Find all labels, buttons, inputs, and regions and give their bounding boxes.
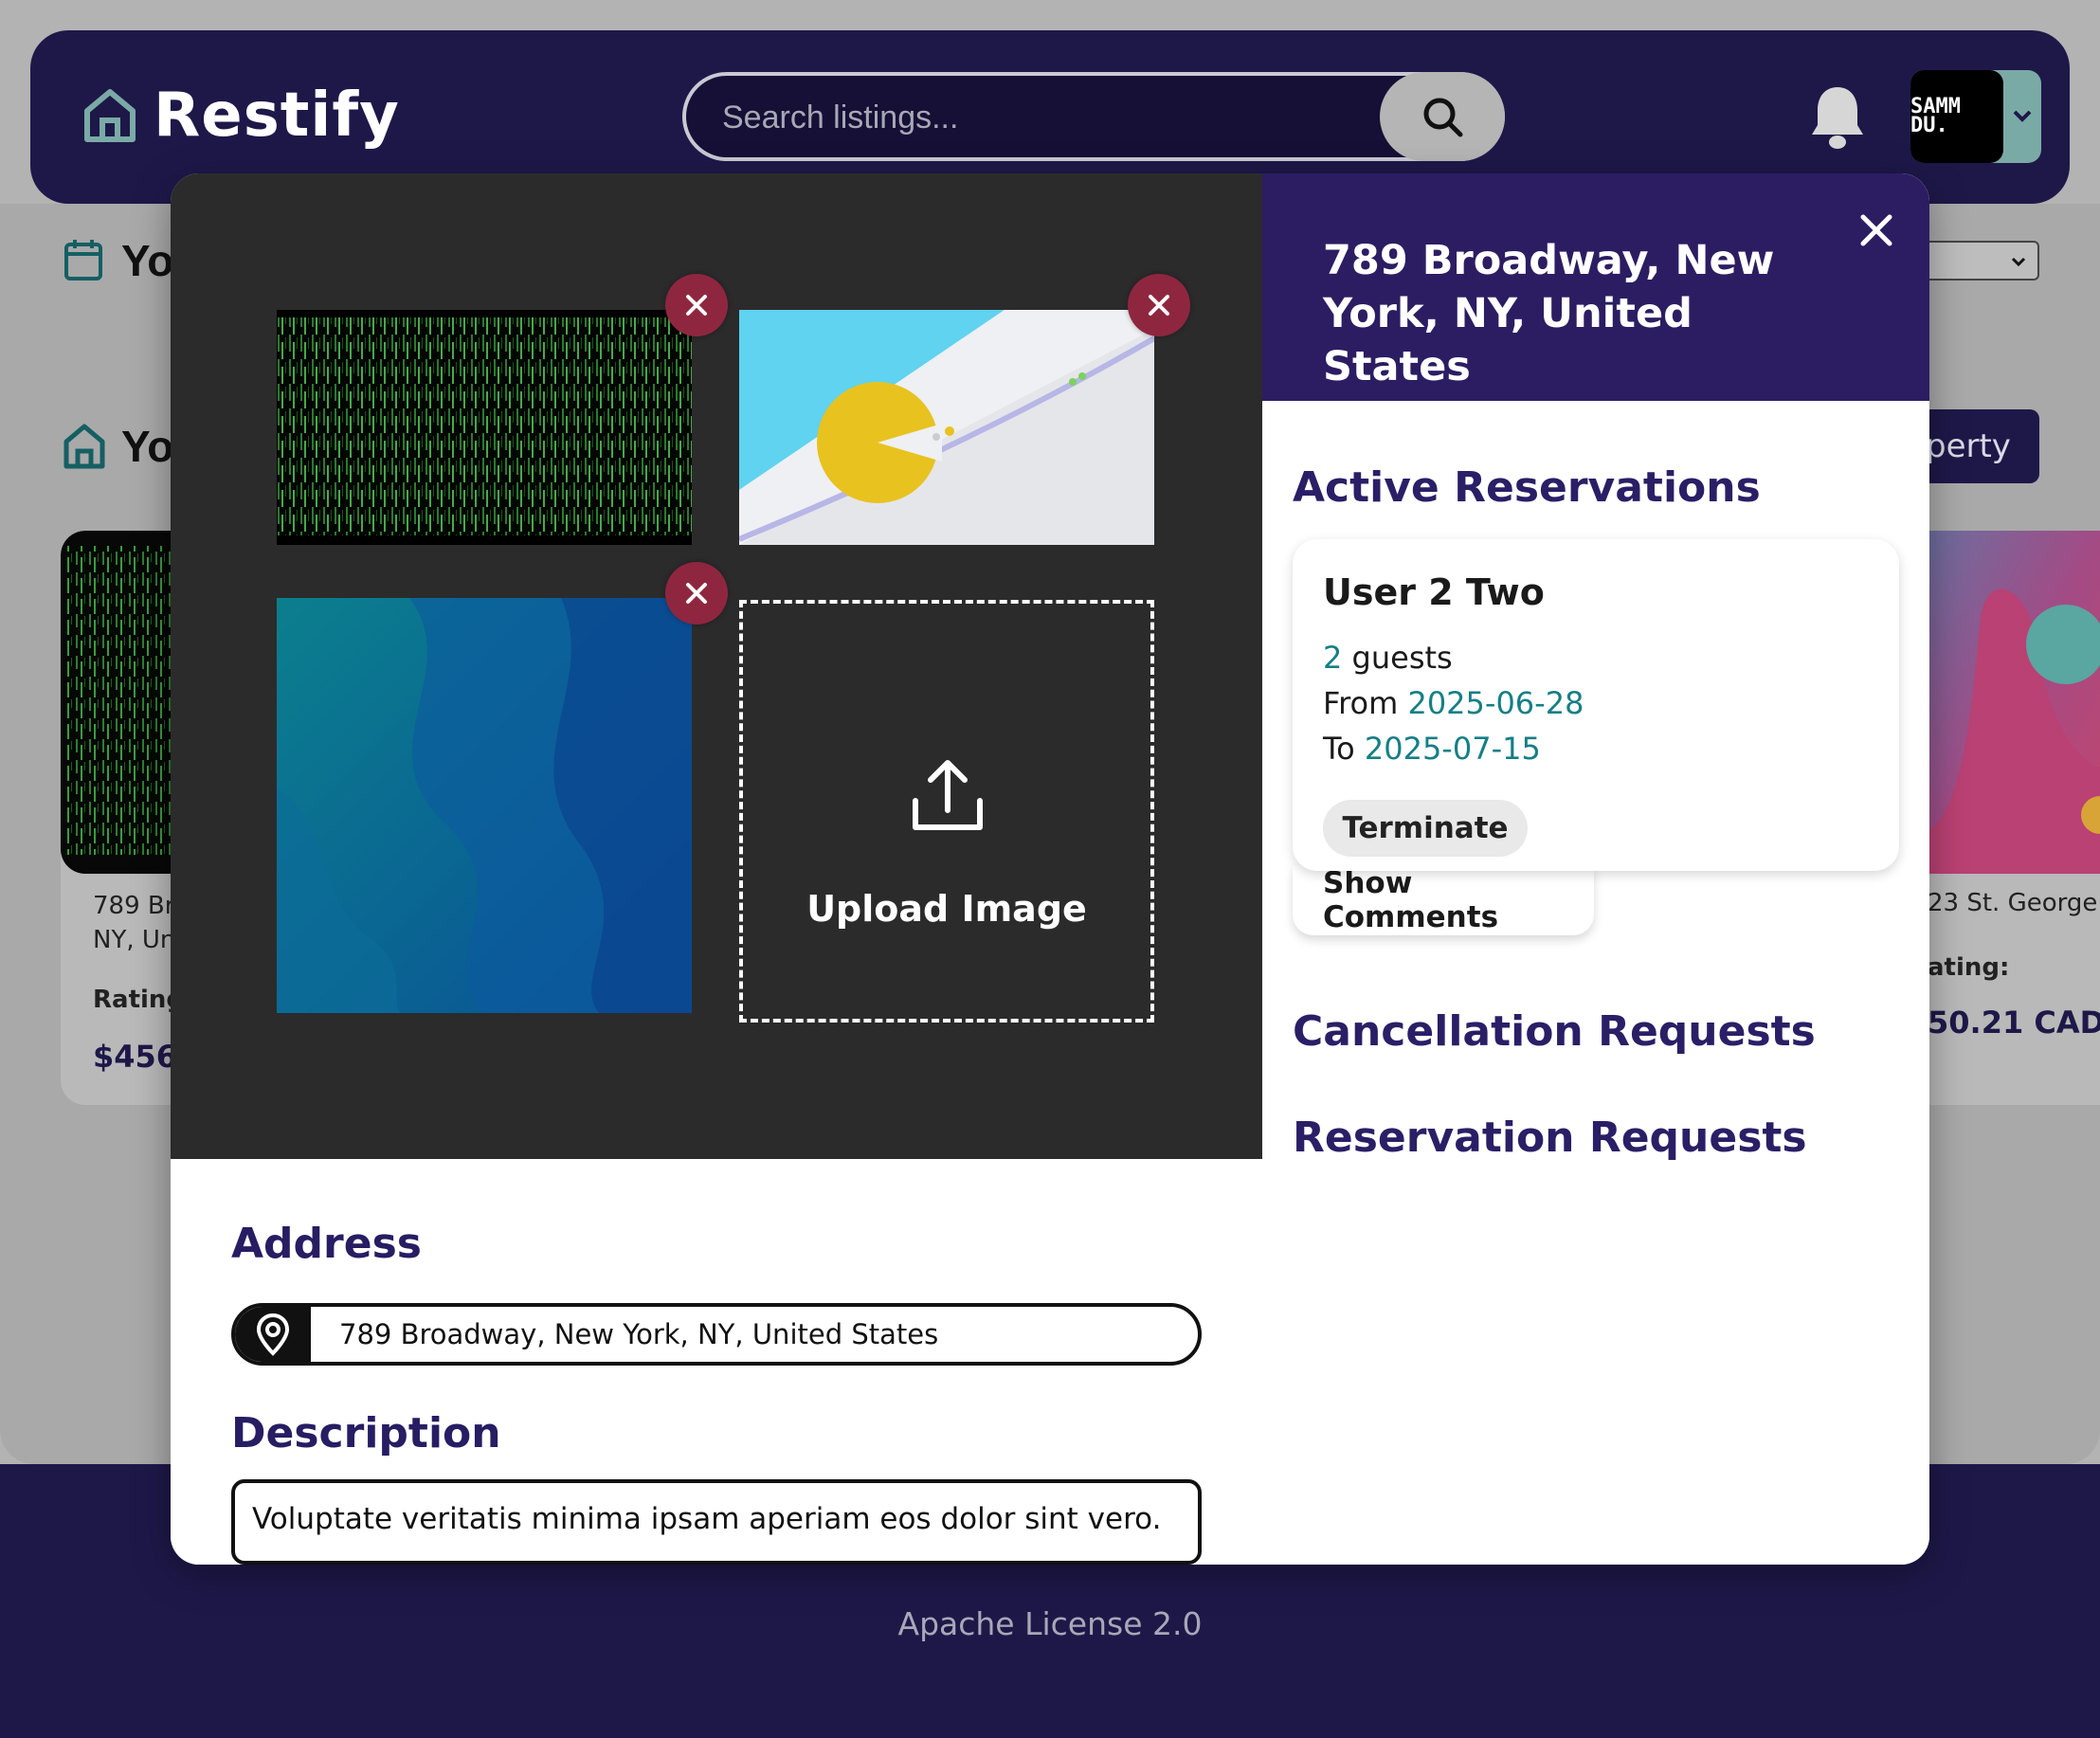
close-icon[interactable] [1856,209,1897,251]
description-heading: Description [231,1409,501,1457]
address-field[interactable]: 789 Broadway, New York, NY, United State… [231,1303,1202,1366]
reservations-panel: 789 Broadway, New York, NY, United State… [1262,173,1929,1565]
guests-label: guests [1342,640,1453,676]
guests-count: 2 [1323,640,1343,676]
to-date: 2025-07-15 [1364,731,1541,767]
chevron-down-icon [2011,257,2026,267]
property-title: 789 Broadway, New York, NY, United State… [1323,237,1775,390]
upload-image-label: Upload Image [806,888,1087,930]
terminate-button[interactable]: Terminate [1323,800,1528,857]
app-name: Restify [154,81,400,151]
gallery-image[interactable] [277,310,692,545]
user-menu[interactable]: SAMM DU. [1910,70,2041,163]
reservations-section-title: Yo [121,236,174,285]
description-field[interactable]: Voluptate veritatis minima ipsam aperiam… [231,1479,1202,1565]
active-reservations-heading: Active Reservations [1293,463,1761,512]
close-icon [1149,295,1169,316]
footer-license: Apache License 2.0 [897,1605,1203,1642]
avatar: SAMM DU. [1910,70,2003,163]
search-icon [1423,98,1463,137]
gallery-image[interactable] [277,598,692,1013]
image-gallery: Upload Image [171,173,1262,1159]
reservation-requests-heading: Reservation Requests [1293,1113,1807,1162]
guests-line: 2 guests [1323,640,1453,676]
delete-image-button[interactable] [665,274,728,336]
close-icon [686,295,707,316]
close-icon [686,583,707,604]
app-logo[interactable]: Restify [81,78,400,154]
from-date: 2025-06-28 [1407,685,1584,721]
show-comments-label: Show Comments [1323,866,1499,934]
show-comments-button[interactable]: Show Comments [1293,865,1594,935]
properties-section-title: Yo [121,422,174,471]
to-line: To 2025-07-15 [1323,731,1541,767]
calendar-icon [64,240,102,281]
search-button[interactable] [1380,72,1505,161]
rating-label: ating: [1928,953,2010,982]
upload-icon [913,760,983,830]
panel-header: 789 Broadway, New York, NY, United State… [1262,173,1929,401]
cancellation-requests-heading: Cancellation Requests [1293,1007,1816,1056]
home-icon [63,424,105,469]
property-address: 23 St. George St [1928,889,2100,917]
delete-image-button[interactable] [665,562,728,625]
property-image [1924,531,2100,874]
property-card[interactable]: 23 St. George St ating: 50.21 CAD/n [1924,531,2100,1105]
location-pin-icon [235,1307,311,1362]
delete-image-button[interactable] [1128,274,1190,336]
address-value: 789 Broadway, New York, NY, United State… [339,1318,939,1350]
property-price: 50.21 CAD/n [1928,1005,2100,1041]
to-label: To [1323,731,1365,767]
chevron-down-icon [2013,110,2032,122]
from-label: From [1323,685,1408,721]
reservation-card: User 2 Two 2 guests From 2025-06-28 To 2… [1293,539,1899,871]
search-bar [682,72,1505,161]
property-details-form: Address 789 Broadway, New York, NY, Unit… [171,1159,1262,1565]
property-price: $456 [93,1039,178,1075]
edit-property-modal: Upload Image Address 789 Broadway, New Y… [171,173,1929,1565]
notifications-bell-icon[interactable] [1808,83,1867,152]
from-line: From 2025-06-28 [1323,685,1584,721]
add-property-label: perty [1926,427,2011,465]
gallery-image[interactable] [739,310,1154,545]
upload-image-dropzone[interactable]: Upload Image [739,600,1154,1023]
reservation-user: User 2 Two [1323,571,1545,613]
address-heading: Address [231,1220,422,1268]
home-icon [84,89,136,142]
search-input[interactable] [720,76,1331,159]
